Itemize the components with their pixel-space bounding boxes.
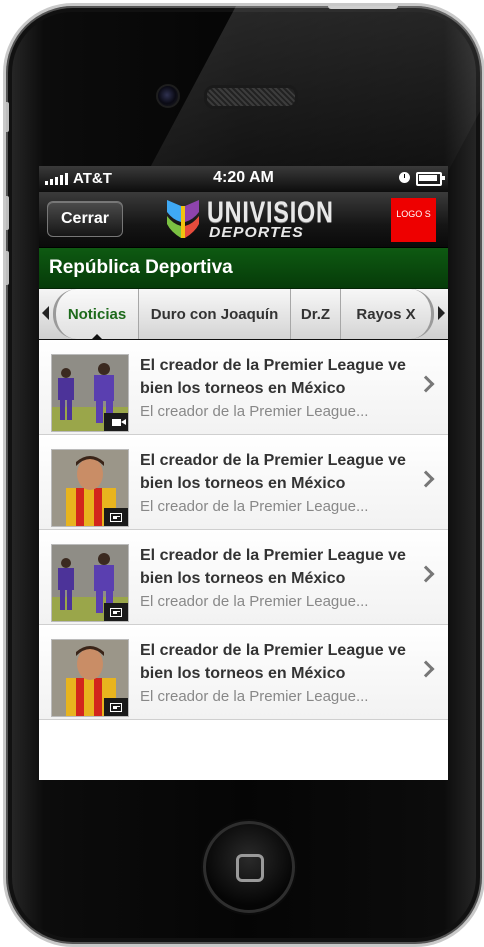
volume-down-button <box>6 251 9 285</box>
logo-placeholder: LOGO S <box>391 198 436 242</box>
brand-subtitle: DEPORTES <box>209 224 304 241</box>
tab-rayos-x[interactable]: Rayos X <box>341 289 434 339</box>
mute-switch <box>6 102 9 132</box>
article-title: El creador de la Premier League ve bien … <box>140 547 406 587</box>
navigation-bar: Cerrar UNIVISION DEPORTES LOGO S <box>39 192 448 248</box>
chevron-right-icon <box>417 470 435 488</box>
battery-icon <box>416 172 445 186</box>
article-list: El creador de la Premier League ve bien … <box>39 340 448 720</box>
chevron-right-icon <box>417 375 435 393</box>
tab-dr-z[interactable]: Dr.Z <box>291 289 341 339</box>
article-title: El creador de la Premier League ve bien … <box>140 452 406 492</box>
article-thumbnail <box>51 449 129 527</box>
status-bar: AT&T 4:20 AM <box>39 166 448 192</box>
article-icon <box>104 698 128 716</box>
scroll-left-icon[interactable] <box>42 306 49 320</box>
article-subtitle: El creador de la Premier League... <box>140 498 369 515</box>
app-screen: AT&T 4:20 AM Cerrar UNIVISION DEPORTES L… <box>39 166 448 780</box>
chevron-right-icon <box>417 565 435 583</box>
article-thumbnail <box>51 354 129 432</box>
close-button[interactable]: Cerrar <box>47 201 123 237</box>
article-subtitle: El creador de la Premier League... <box>140 688 369 705</box>
article-icon <box>104 508 128 526</box>
earpiece-speaker <box>204 85 298 109</box>
list-item[interactable]: El creador de la Premier League ve bien … <box>39 340 448 435</box>
tab-duro-con-joaquin[interactable]: Duro con Joaquín <box>139 289 291 339</box>
chevron-right-icon <box>417 660 435 678</box>
brand-title: UNIVISION <box>207 196 334 229</box>
article-icon <box>104 603 128 621</box>
tab-bar: Noticias Duro con Joaquín Dr.Z Rayos X <box>39 289 448 342</box>
article-title: El creador de la Premier League ve bien … <box>140 642 406 682</box>
article-title: El creador de la Premier League ve bien … <box>140 357 406 397</box>
article-subtitle: El creador de la Premier League... <box>140 593 369 610</box>
scroll-right-icon[interactable] <box>438 306 445 320</box>
front-camera <box>156 84 180 108</box>
tab-noticias[interactable]: Noticias <box>53 289 139 342</box>
list-item[interactable]: El creador de la Premier League ve bien … <box>39 625 448 720</box>
glass-reflection <box>145 6 482 176</box>
article-thumbnail <box>51 639 129 717</box>
section-title: República Deportiva <box>39 248 448 289</box>
list-item[interactable]: El creador de la Premier League ve bien … <box>39 530 448 625</box>
power-button <box>328 6 398 9</box>
video-icon <box>104 413 128 431</box>
alarm-icon <box>399 172 410 183</box>
article-thumbnail <box>51 544 129 622</box>
home-button[interactable] <box>203 821 295 913</box>
clock: 4:20 AM <box>213 169 274 186</box>
univision-mark-icon <box>167 200 199 238</box>
univision-deportes-logo: UNIVISION DEPORTES <box>165 198 333 242</box>
volume-up-button <box>6 196 9 230</box>
home-square-icon <box>236 854 264 882</box>
list-item[interactable]: El creador de la Premier League ve bien … <box>39 435 448 530</box>
article-subtitle: El creador de la Premier League... <box>140 403 369 420</box>
